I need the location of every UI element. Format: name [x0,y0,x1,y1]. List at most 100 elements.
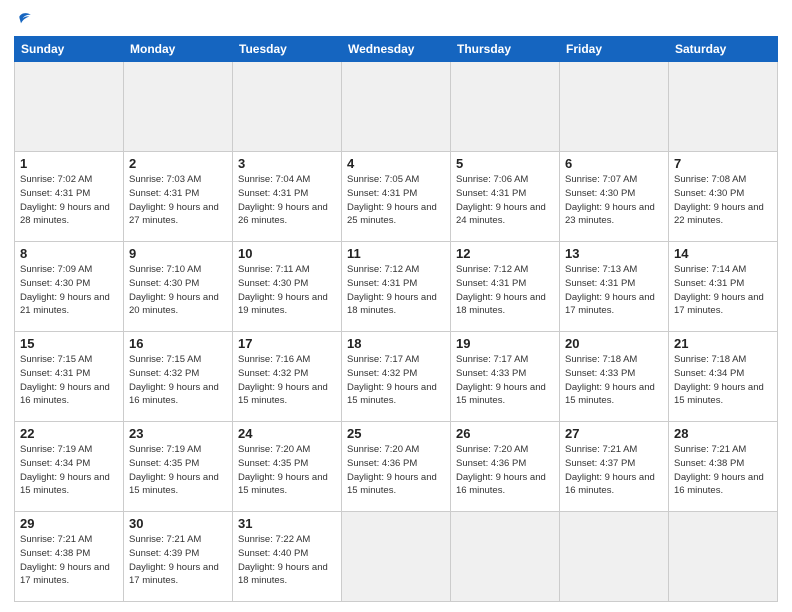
day-info: Sunrise: 7:03 AM Sunset: 4:31 PM Dayligh… [129,173,227,228]
day-number: 19 [456,336,554,351]
day-info: Sunrise: 7:07 AM Sunset: 4:30 PM Dayligh… [565,173,663,228]
day-info: Sunrise: 7:13 AM Sunset: 4:31 PM Dayligh… [565,263,663,318]
day-number: 16 [129,336,227,351]
day-info: Sunrise: 7:21 AM Sunset: 4:38 PM Dayligh… [20,533,118,588]
day-info: Sunrise: 7:15 AM Sunset: 4:31 PM Dayligh… [20,353,118,408]
calendar-cell: 21 Sunrise: 7:18 AM Sunset: 4:34 PM Dayli… [669,332,778,422]
day-info: Sunrise: 7:19 AM Sunset: 4:34 PM Dayligh… [20,443,118,498]
day-info: Sunrise: 7:17 AM Sunset: 4:33 PM Dayligh… [456,353,554,408]
calendar-cell: 25Sunrise: 7:20 AM Sunset: 4:36 PM Dayli… [342,422,451,512]
calendar-day-header: Tuesday [233,37,342,62]
calendar-week-row [15,62,778,152]
header [14,10,778,30]
calendar-cell: 13 Sunrise: 7:13 AM Sunset: 4:31 PM Dayli… [560,242,669,332]
calendar-week-row: 15Sunrise: 7:15 AM Sunset: 4:31 PM Dayli… [15,332,778,422]
day-number: 27 [565,426,663,441]
day-info: Sunrise: 7:19 AM Sunset: 4:35 PM Dayligh… [129,443,227,498]
calendar-cell: 29 Sunrise: 7:21 AM Sunset: 4:38 PM Dayli… [15,512,124,602]
day-info: Sunrise: 7:12 AM Sunset: 4:31 PM Dayligh… [456,263,554,318]
calendar-day-header: Thursday [451,37,560,62]
calendar-cell: 28 Sunrise: 7:21 AM Sunset: 4:38 PM Dayli… [669,422,778,512]
calendar-week-row: 1 Sunrise: 7:02 AM Sunset: 4:31 PM Daylig… [15,152,778,242]
calendar-cell: 3 Sunrise: 7:04 AM Sunset: 4:31 PM Daylig… [233,152,342,242]
day-info: Sunrise: 7:02 AM Sunset: 4:31 PM Dayligh… [20,173,118,228]
calendar-cell: 30Sunrise: 7:21 AM Sunset: 4:39 PM Dayli… [124,512,233,602]
calendar-cell: 7 Sunrise: 7:08 AM Sunset: 4:30 PM Daylig… [669,152,778,242]
day-number: 4 [347,156,445,171]
day-number: 31 [238,516,336,531]
day-info: Sunrise: 7:12 AM Sunset: 4:31 PM Dayligh… [347,263,445,318]
day-info: Sunrise: 7:14 AM Sunset: 4:31 PM Dayligh… [674,263,772,318]
calendar-cell: 8 Sunrise: 7:09 AM Sunset: 4:30 PM Daylig… [15,242,124,332]
calendar-cell [669,62,778,152]
day-number: 7 [674,156,772,171]
calendar-cell: 11 Sunrise: 7:12 AM Sunset: 4:31 PM Dayli… [342,242,451,332]
day-number: 8 [20,246,118,261]
calendar-cell: 9 Sunrise: 7:10 AM Sunset: 4:30 PM Daylig… [124,242,233,332]
page: SundayMondayTuesdayWednesdayThursdayFrid… [0,0,792,612]
day-info: Sunrise: 7:21 AM Sunset: 4:39 PM Dayligh… [129,533,227,588]
calendar-cell: 6 Sunrise: 7:07 AM Sunset: 4:30 PM Daylig… [560,152,669,242]
calendar-cell [451,62,560,152]
calendar-day-header: Sunday [15,37,124,62]
day-info: Sunrise: 7:08 AM Sunset: 4:30 PM Dayligh… [674,173,772,228]
day-info: Sunrise: 7:11 AM Sunset: 4:30 PM Dayligh… [238,263,336,318]
day-info: Sunrise: 7:06 AM Sunset: 4:31 PM Dayligh… [456,173,554,228]
calendar-cell [451,512,560,602]
day-number: 3 [238,156,336,171]
day-number: 1 [20,156,118,171]
calendar-cell [669,512,778,602]
day-number: 5 [456,156,554,171]
day-info: Sunrise: 7:20 AM Sunset: 4:36 PM Dayligh… [456,443,554,498]
day-number: 20 [565,336,663,351]
day-number: 28 [674,426,772,441]
calendar-cell [342,62,451,152]
calendar-cell: 12 Sunrise: 7:12 AM Sunset: 4:31 PM Dayli… [451,242,560,332]
day-number: 9 [129,246,227,261]
day-info: Sunrise: 7:18 AM Sunset: 4:34 PM Dayligh… [674,353,772,408]
day-number: 6 [565,156,663,171]
logo-area [14,10,38,30]
calendar-cell: 10Sunrise: 7:11 AM Sunset: 4:30 PM Dayli… [233,242,342,332]
day-info: Sunrise: 7:05 AM Sunset: 4:31 PM Dayligh… [347,173,445,228]
calendar-day-header: Friday [560,37,669,62]
day-number: 11 [347,246,445,261]
logo-bird-icon [16,10,36,30]
day-number: 22 [20,426,118,441]
calendar-cell: 18 Sunrise: 7:17 AM Sunset: 4:32 PM Dayli… [342,332,451,422]
calendar-cell [15,62,124,152]
calendar-week-row: 29 Sunrise: 7:21 AM Sunset: 4:38 PM Dayli… [15,512,778,602]
logo [14,10,38,30]
calendar-cell [560,62,669,152]
calendar-cell: 31Sunrise: 7:22 AM Sunset: 4:40 PM Dayli… [233,512,342,602]
day-info: Sunrise: 7:18 AM Sunset: 4:33 PM Dayligh… [565,353,663,408]
day-number: 12 [456,246,554,261]
calendar-week-row: 22 Sunrise: 7:19 AM Sunset: 4:34 PM Dayli… [15,422,778,512]
calendar-cell: 1 Sunrise: 7:02 AM Sunset: 4:31 PM Daylig… [15,152,124,242]
calendar-cell: 16Sunrise: 7:15 AM Sunset: 4:32 PM Dayli… [124,332,233,422]
calendar-cell: 4 Sunrise: 7:05 AM Sunset: 4:31 PM Daylig… [342,152,451,242]
calendar-header-row: SundayMondayTuesdayWednesdayThursdayFrid… [15,37,778,62]
day-info: Sunrise: 7:21 AM Sunset: 4:38 PM Dayligh… [674,443,772,498]
day-number: 21 [674,336,772,351]
day-info: Sunrise: 7:09 AM Sunset: 4:30 PM Dayligh… [20,263,118,318]
day-info: Sunrise: 7:17 AM Sunset: 4:32 PM Dayligh… [347,353,445,408]
day-info: Sunrise: 7:20 AM Sunset: 4:36 PM Dayligh… [347,443,445,498]
day-number: 26 [456,426,554,441]
calendar-cell: 2Sunrise: 7:03 AM Sunset: 4:31 PM Daylig… [124,152,233,242]
calendar-cell: 20 Sunrise: 7:18 AM Sunset: 4:33 PM Dayli… [560,332,669,422]
day-info: Sunrise: 7:10 AM Sunset: 4:30 PM Dayligh… [129,263,227,318]
calendar-cell: 5 Sunrise: 7:06 AM Sunset: 4:31 PM Daylig… [451,152,560,242]
calendar-day-header: Monday [124,37,233,62]
day-number: 13 [565,246,663,261]
day-number: 18 [347,336,445,351]
day-number: 14 [674,246,772,261]
day-number: 29 [20,516,118,531]
calendar-cell [124,62,233,152]
day-info: Sunrise: 7:04 AM Sunset: 4:31 PM Dayligh… [238,173,336,228]
calendar-cell: 24Sunrise: 7:20 AM Sunset: 4:35 PM Dayli… [233,422,342,512]
calendar-cell: 17Sunrise: 7:16 AM Sunset: 4:32 PM Dayli… [233,332,342,422]
calendar-week-row: 8 Sunrise: 7:09 AM Sunset: 4:30 PM Daylig… [15,242,778,332]
calendar-table: SundayMondayTuesdayWednesdayThursdayFrid… [14,36,778,602]
day-number: 23 [129,426,227,441]
